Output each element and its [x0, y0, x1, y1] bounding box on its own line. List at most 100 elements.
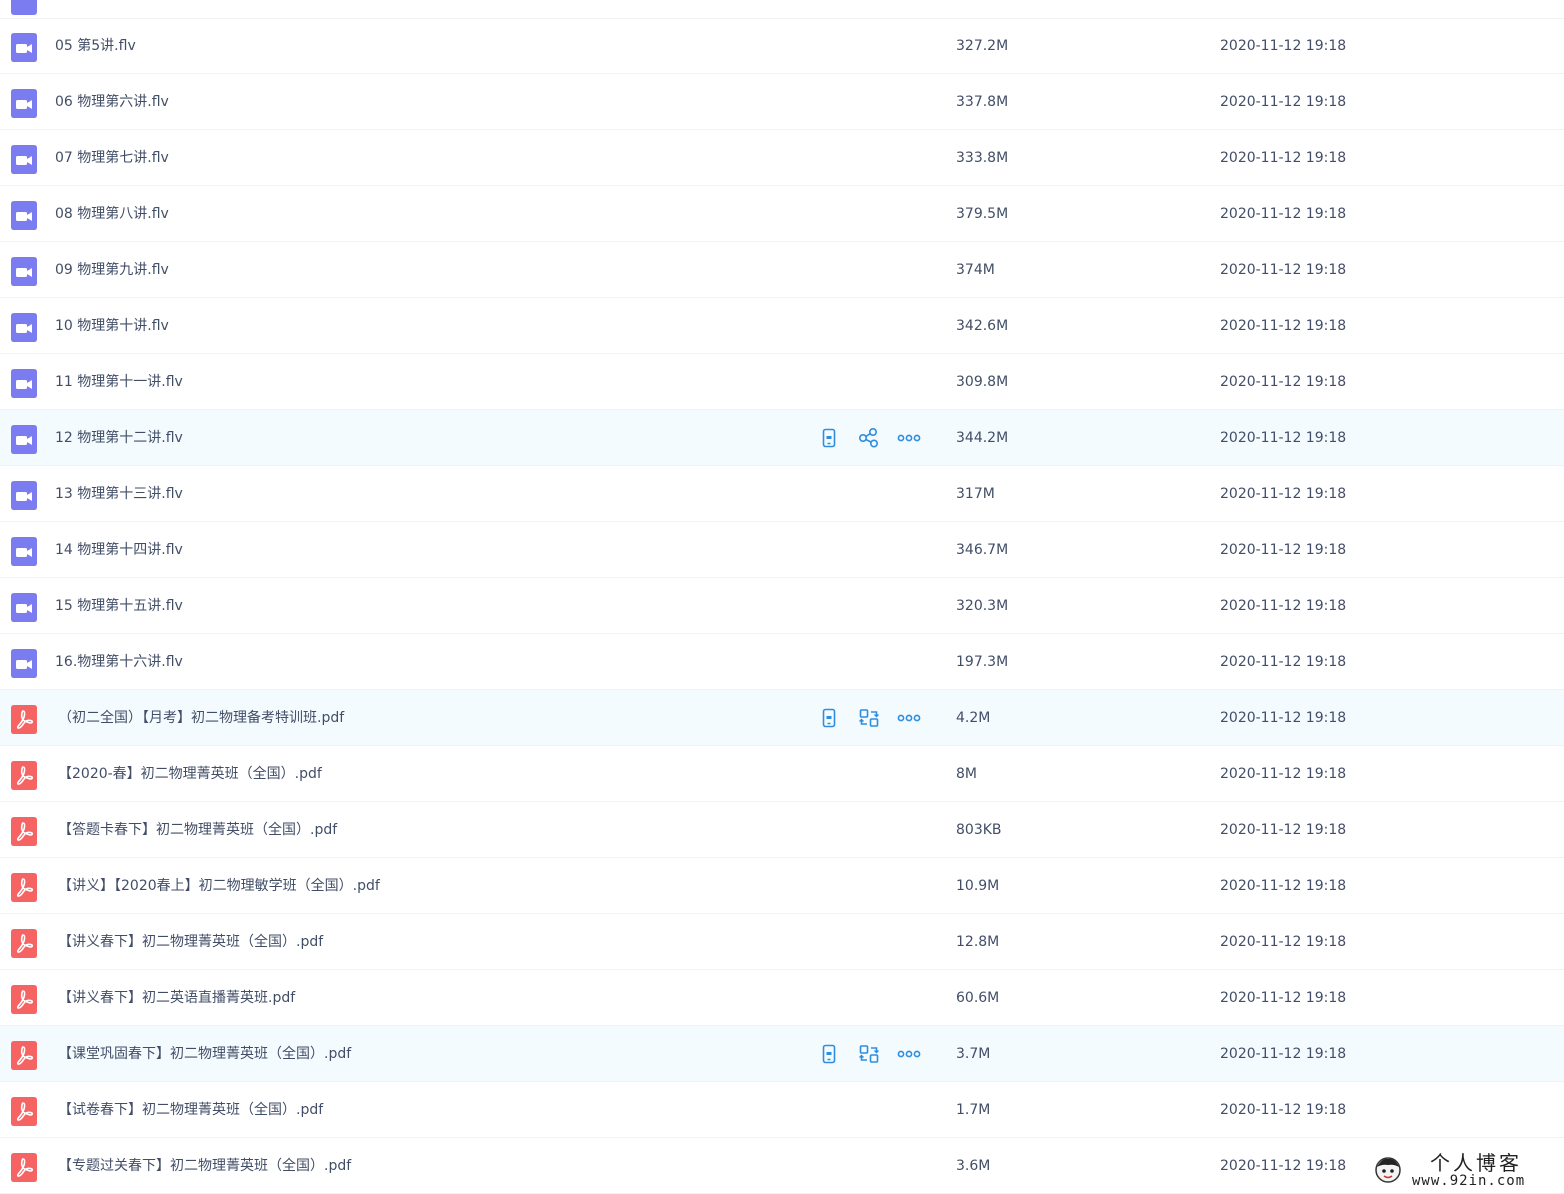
file-row[interactable]: 【讲义春下】初二英语直播菁英班.pdf 60.6M 2020-11-12 19:18	[0, 970, 1564, 1026]
file-name[interactable]: 08 物理第八讲.flv	[55, 186, 169, 242]
partial-file-row[interactable]	[0, 0, 1564, 19]
file-size: 317M	[956, 486, 995, 502]
send-to-phone-button[interactable]	[815, 704, 843, 732]
file-name[interactable]: 13 物理第十三讲.flv	[55, 466, 183, 522]
file-size: 60.6M	[956, 990, 1000, 1006]
file-row[interactable]: 【答题卡春下】初二物理菁英班（全国）.pdf 803KB 2020-11-12 19…	[0, 802, 1564, 858]
pdf-file-icon	[11, 873, 37, 902]
file-row[interactable]: 06 物理第六讲.flv 337.8M 2020-11-12 19:18	[0, 74, 1564, 130]
file-name[interactable]: 【课堂巩固春下】初二物理菁英班（全国）.pdf	[58, 1026, 351, 1082]
file-date: 2020-11-12 19:18	[1220, 878, 1347, 894]
video-file-icon	[11, 313, 37, 342]
pdf-file-icon	[11, 1097, 37, 1126]
file-date: 2020-11-12 19:18	[1220, 430, 1347, 446]
pdf-file-icon	[11, 929, 37, 958]
pdf-file-icon	[11, 1153, 37, 1182]
file-size: 3.6M	[956, 1158, 991, 1174]
phone-icon	[819, 1044, 839, 1064]
phone-icon	[819, 428, 839, 448]
file-date: 2020-11-12 19:18	[1220, 38, 1347, 54]
file-date: 2020-11-12 19:18	[1220, 766, 1347, 782]
video-file-icon	[11, 593, 37, 622]
more-button[interactable]	[895, 704, 923, 732]
more-icon	[897, 713, 921, 723]
file-row[interactable]: 【讲义春下】初二物理菁英班（全国）.pdf 12.8M 2020-11-12 19:…	[0, 914, 1564, 970]
file-name[interactable]: 【讲义春下】初二物理菁英班（全国）.pdf	[58, 914, 323, 970]
video-file-icon	[11, 89, 37, 118]
file-name[interactable]: 14 物理第十四讲.flv	[55, 522, 183, 578]
file-name[interactable]: 07 物理第七讲.flv	[55, 130, 169, 186]
video-file-icon	[11, 0, 37, 15]
file-list: 05 第5讲.flv 327.2M 2020-11-12 19:18 06 物理第六讲…	[0, 18, 1564, 1194]
file-size: 342.6M	[956, 318, 1009, 334]
file-row[interactable]: 【讲义】【2020春上】初二物理敏学班（全国）.pdf 10.9M 2020-11-…	[0, 858, 1564, 914]
file-name[interactable]: 【答题卡春下】初二物理菁英班（全国）.pdf	[58, 802, 337, 858]
file-name[interactable]: 09 物理第九讲.flv	[55, 242, 169, 298]
file-row[interactable]: 13 物理第十三讲.flv 317M 2020-11-12 19:18	[0, 466, 1564, 522]
file-date: 2020-11-12 19:18	[1220, 598, 1347, 614]
file-date: 2020-11-12 19:18	[1220, 374, 1347, 390]
watermark: 个人博客 www.92in.com	[1372, 1152, 1552, 1190]
file-date: 2020-11-12 19:18	[1220, 822, 1347, 838]
avatar	[1374, 1156, 1402, 1184]
file-date: 2020-11-12 19:18	[1220, 710, 1347, 726]
file-name[interactable]: 11 物理第十一讲.flv	[55, 354, 183, 410]
file-size: 4.2M	[956, 710, 991, 726]
more-button[interactable]	[895, 424, 923, 452]
send-to-phone-button[interactable]	[815, 424, 843, 452]
file-row[interactable]: 05 第5讲.flv 327.2M 2020-11-12 19:18	[0, 18, 1564, 74]
video-file-icon	[11, 369, 37, 398]
file-size: 10.9M	[956, 878, 1000, 894]
file-name[interactable]: 05 第5讲.flv	[55, 18, 136, 74]
more-icon	[897, 433, 921, 443]
file-row[interactable]: 12 物理第十二讲.flv 344.2M 2020-11-12 19:18	[0, 410, 1564, 466]
file-name[interactable]: 【试卷春下】初二物理菁英班（全国）.pdf	[58, 1082, 323, 1138]
file-row[interactable]: 09 物理第九讲.flv 374M 2020-11-12 19:18	[0, 242, 1564, 298]
file-name[interactable]: 12 物理第十二讲.flv	[55, 410, 183, 466]
file-size: 374M	[956, 262, 995, 278]
file-row[interactable]: 【专题过关春下】初二物理菁英班（全国）.pdf 3.6M 2020-11-12 19…	[0, 1138, 1564, 1194]
convert-button[interactable]	[855, 1040, 883, 1068]
file-row[interactable]: 11 物理第十一讲.flv 309.8M 2020-11-12 19:18	[0, 354, 1564, 410]
file-row[interactable]: 15 物理第十五讲.flv 320.3M 2020-11-12 19:18	[0, 578, 1564, 634]
file-row[interactable]: 08 物理第八讲.flv 379.5M 2020-11-12 19:18	[0, 186, 1564, 242]
file-name[interactable]: 16.物理第十六讲.flv	[55, 634, 183, 690]
share-button[interactable]	[855, 424, 883, 452]
phone-icon	[819, 708, 839, 728]
video-file-icon	[11, 201, 37, 230]
convert-icon	[858, 1043, 880, 1065]
file-name[interactable]: 15 物理第十五讲.flv	[55, 578, 183, 634]
file-name[interactable]: 06 物理第六讲.flv	[55, 74, 169, 130]
file-row[interactable]: 【2020-春】初二物理菁英班（全国）.pdf 8M 2020-11-12 19:1…	[0, 746, 1564, 802]
pdf-file-icon	[11, 705, 37, 734]
file-row[interactable]: 14 物理第十四讲.flv 346.7M 2020-11-12 19:18	[0, 522, 1564, 578]
file-size: 333.8M	[956, 150, 1009, 166]
more-button[interactable]	[895, 1040, 923, 1068]
file-date: 2020-11-12 19:18	[1220, 990, 1347, 1006]
file-date: 2020-11-12 19:18	[1220, 934, 1347, 950]
file-size: 12.8M	[956, 934, 1000, 950]
convert-button[interactable]	[855, 704, 883, 732]
video-file-icon	[11, 257, 37, 286]
file-size: 337.8M	[956, 94, 1009, 110]
file-date: 2020-11-12 19:18	[1220, 262, 1347, 278]
file-name[interactable]: 【专题过关春下】初二物理菁英班（全国）.pdf	[58, 1138, 351, 1194]
file-name[interactable]: 【讲义】【2020春上】初二物理敏学班（全国）.pdf	[58, 858, 380, 914]
file-row[interactable]: 10 物理第十讲.flv 342.6M 2020-11-12 19:18	[0, 298, 1564, 354]
file-row[interactable]: 【课堂巩固春下】初二物理菁英班（全国）.pdf 3.7M 2020-11-12 19…	[0, 1026, 1564, 1082]
file-date: 2020-11-12 19:18	[1220, 206, 1347, 222]
video-file-icon	[11, 481, 37, 510]
file-name[interactable]: （初二全国）【月考】初二物理备考特训班.pdf	[58, 690, 344, 746]
file-name[interactable]: 【讲义春下】初二英语直播菁英班.pdf	[58, 970, 295, 1026]
file-name[interactable]: 【2020-春】初二物理菁英班（全国）.pdf	[58, 746, 322, 802]
file-row[interactable]: （初二全国）【月考】初二物理备考特训班.pdf 4.2M 2020-11-12 19…	[0, 690, 1564, 746]
file-name[interactable]: 10 物理第十讲.flv	[55, 298, 169, 354]
file-row[interactable]: 07 物理第七讲.flv 333.8M 2020-11-12 19:18	[0, 130, 1564, 186]
send-to-phone-button[interactable]	[815, 1040, 843, 1068]
file-row[interactable]: 16.物理第十六讲.flv 197.3M 2020-11-12 19:18	[0, 634, 1564, 690]
file-date: 2020-11-12 19:18	[1220, 318, 1347, 334]
file-row[interactable]: 【试卷春下】初二物理菁英班（全国）.pdf 1.7M 2020-11-12 19:1…	[0, 1082, 1564, 1138]
more-icon	[897, 1049, 921, 1059]
video-file-icon	[11, 649, 37, 678]
video-file-icon	[11, 145, 37, 174]
